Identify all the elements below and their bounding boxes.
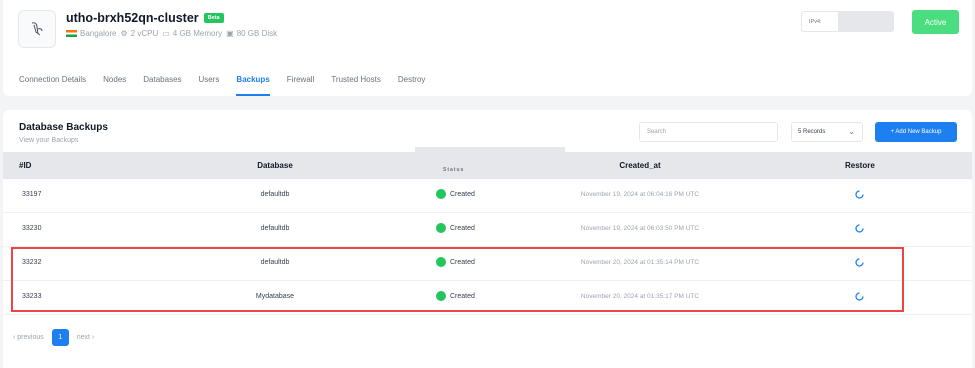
row-database: defaultdb: [260, 191, 290, 198]
cluster-title: utho-brxh52qn-cluster Beta: [66, 11, 224, 25]
tab-destroy[interactable]: Destroy: [398, 66, 426, 96]
tab-trusted-hosts[interactable]: Trusted Hosts: [331, 66, 381, 96]
table-row: 33233 Mydatabase Created November 20, 20…: [3, 281, 972, 315]
page-1-button[interactable]: 1: [51, 329, 69, 346]
row-status: Created: [436, 189, 475, 199]
section-title: Database Backups: [19, 122, 108, 133]
cluster-tabs: Connection Details Nodes Databases Users…: [19, 66, 425, 96]
vcpu: 2 vCPU: [130, 29, 159, 38]
section-subtitle: View your Backups: [19, 137, 79, 144]
cluster-meta: Bangalore ⚙ 2 vCPU ▭ 4 GB Memory ▣ 80 GB Di…: [66, 29, 277, 38]
col-restore: Restore: [845, 161, 875, 170]
ipv4-label: IPv4:: [809, 18, 822, 25]
col-created-at: Created_at: [619, 161, 661, 170]
cpu-icon: ⚙: [120, 29, 128, 38]
col-database: Database: [257, 161, 293, 170]
cluster-header: utho-brxh52qn-cluster Beta Bangalore ⚙ 2 …: [3, 0, 972, 96]
row-id: 33197: [22, 191, 42, 198]
restore-icon[interactable]: [854, 223, 865, 236]
row-created-at: November 20, 2024 at 01:35:14 PM UTC: [580, 259, 700, 266]
row-database: defaultdb: [260, 225, 290, 232]
tab-databases[interactable]: Databases: [143, 66, 181, 96]
status-text: Created: [450, 292, 475, 300]
restore-icon[interactable]: [854, 291, 865, 304]
col-status: Status: [443, 167, 465, 173]
records-value: 5 Records: [798, 129, 826, 135]
row-database: defaultdb: [260, 259, 290, 266]
search-input[interactable]: Search: [639, 122, 778, 142]
status-dot-icon: [436, 257, 446, 267]
status-dot-icon: [436, 189, 446, 199]
chevron-down-icon: ⌄: [848, 127, 855, 136]
row-status: Created: [436, 291, 475, 301]
next-link[interactable]: next ›: [77, 334, 95, 341]
status-dot-icon: [436, 291, 446, 301]
database-icon: [18, 10, 56, 48]
india-flag-icon: [66, 30, 77, 37]
disk: 80 GB Disk: [236, 29, 278, 38]
row-database: Mydatabase: [255, 293, 295, 300]
status-active-button[interactable]: Active: [912, 10, 959, 34]
row-id: 33232: [22, 259, 42, 266]
status-dot-icon: [436, 223, 446, 233]
ipv4-field[interactable]: IPv4:: [801, 11, 894, 32]
table-header: #ID Database Status Created_at Restore: [3, 147, 972, 179]
row-created-at: November 19, 2024 at 06:03:50 PM UTC: [580, 225, 700, 232]
status-text: Created: [450, 224, 475, 232]
table-row: 33232 defaultdb Created November 20, 202…: [3, 247, 972, 281]
tab-connection-details[interactable]: Connection Details: [19, 66, 86, 96]
row-status: Created: [436, 223, 475, 233]
tab-users[interactable]: Users: [199, 66, 220, 96]
records-select[interactable]: 5 Records ⌄: [791, 122, 863, 142]
beta-badge: Beta: [203, 13, 224, 23]
col-id: #ID: [19, 161, 32, 170]
status-text: Created: [450, 258, 475, 266]
backups-card: Database Backups View your Backups Searc…: [3, 110, 972, 368]
row-status: Created: [436, 257, 475, 267]
restore-icon[interactable]: [854, 257, 865, 270]
pagination: ‹ previous 1 next ›: [13, 329, 94, 346]
header-overlay: [415, 147, 565, 175]
add-new-backup-button[interactable]: + Add New Backup: [875, 122, 957, 142]
restore-icon[interactable]: [854, 189, 865, 202]
status-text: Created: [450, 190, 475, 198]
row-created-at: November 20, 2024 at 01:35:17 PM UTC: [580, 293, 700, 300]
memory: 4 GB Memory: [172, 29, 223, 38]
ipv4-value-redacted: [838, 12, 893, 31]
table-row: 33197 defaultdb Created November 19, 202…: [3, 179, 972, 213]
cluster-name: utho-brxh52qn-cluster: [66, 11, 199, 25]
row-created-at: November 19, 2024 at 06:04:16 PM UTC: [580, 191, 700, 198]
tab-nodes[interactable]: Nodes: [103, 66, 126, 96]
row-id: 33230: [22, 225, 42, 232]
location: Bangalore: [80, 29, 117, 38]
tab-backups[interactable]: Backups: [236, 66, 270, 96]
memory-icon: ▭: [162, 29, 170, 38]
table-row: 33230 defaultdb Created November 19, 202…: [3, 213, 972, 247]
tab-firewall[interactable]: Firewall: [287, 66, 315, 96]
previous-link[interactable]: ‹ previous: [13, 334, 44, 341]
row-id: 33233: [22, 293, 42, 300]
disk-icon: ▣: [226, 29, 234, 38]
